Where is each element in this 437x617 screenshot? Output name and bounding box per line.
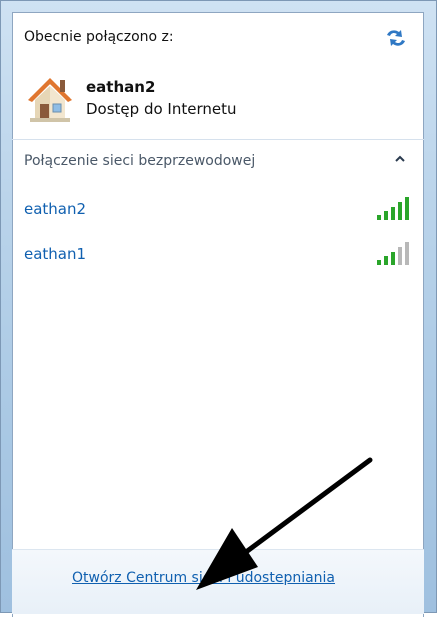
- chevron-up-icon[interactable]: [393, 152, 407, 166]
- open-network-center-link[interactable]: Otwórz Centrum sieci i udostepniania: [72, 570, 335, 586]
- section-divider: [12, 139, 424, 140]
- refresh-network-icon[interactable]: [383, 26, 409, 50]
- wifi-network-name[interactable]: eathan1: [24, 245, 86, 263]
- wireless-group-label: Połączenie sieci bezprzewodowej: [24, 153, 256, 169]
- wifi-network-name[interactable]: eathan2: [24, 200, 86, 218]
- signal-strength-icon: [377, 197, 409, 220]
- signal-strength-icon: [377, 242, 409, 265]
- current-network-status: Dostęp do Internetu: [86, 100, 237, 118]
- current-network-name: eathan2: [86, 78, 156, 96]
- current-connection-heading: Obecnie połączono z:: [24, 29, 174, 45]
- home-network-icon: [28, 78, 72, 122]
